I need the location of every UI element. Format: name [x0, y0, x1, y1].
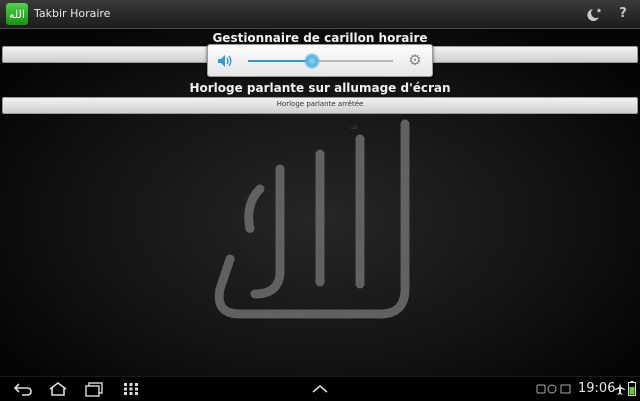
airplane-mode-icon [615, 383, 625, 395]
home-icon[interactable] [47, 380, 69, 398]
notification-icon [536, 384, 546, 394]
speaker-icon[interactable] [216, 52, 234, 70]
calligraphy-text: الله [350, 125, 357, 131]
help-icon[interactable]: ? [614, 5, 632, 23]
back-icon[interactable] [12, 380, 34, 398]
volume-slider[interactable] [248, 53, 393, 69]
moon-star-icon[interactable] [586, 5, 604, 23]
system-nav-bar: 19:06 [0, 376, 640, 401]
status-icons [536, 384, 571, 394]
status-time: 19:06 [578, 381, 616, 396]
main-content: الله Gestionnaire de carillon horaire Ho… [0, 29, 640, 376]
battery-icon [628, 381, 636, 396]
app-logo-icon[interactable]: الله [6, 3, 28, 25]
allah-calligraphy-image: الله [214, 119, 410, 319]
settings-gear-icon[interactable]: ⚙ [406, 51, 424, 69]
talking-clock-toggle[interactable]: Horloge parlante arrêtée [2, 97, 638, 114]
storage-icon [560, 384, 571, 394]
talking-clock-status: Horloge parlante arrêtée [276, 100, 364, 108]
chevron-up-icon[interactable] [309, 380, 331, 398]
sync-icon [547, 384, 557, 394]
recent-apps-icon[interactable] [83, 380, 105, 398]
apps-grid-icon[interactable] [120, 380, 142, 398]
chime-manager-title: Gestionnaire de carillon horaire [212, 31, 428, 45]
volume-popup: ⚙ [207, 44, 433, 77]
app-title: Takbir Horaire [34, 7, 111, 20]
action-bar: الله Takbir Horaire ? [0, 0, 640, 29]
talking-clock-title: Horloge parlante sur allumage d'écran [189, 81, 451, 95]
volume-fill [248, 60, 312, 62]
volume-thumb[interactable] [303, 53, 320, 69]
